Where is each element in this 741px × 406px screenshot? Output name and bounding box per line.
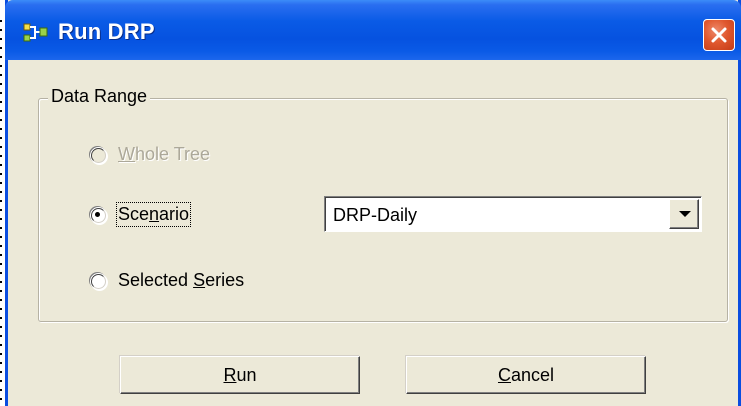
selected-series-label[interactable]: Selected Series <box>118 270 244 291</box>
run-drp-dialog: Run DRP Data Range Whole Tree Scenario D… <box>5 0 741 406</box>
selected-series-radio[interactable] <box>90 273 107 290</box>
background-edge-artifact <box>0 20 2 406</box>
scenario-label[interactable]: Scenario <box>115 202 192 227</box>
data-range-label: Data Range <box>48 86 151 107</box>
close-button[interactable] <box>703 19 735 51</box>
whole-tree-label: Whole Tree <box>118 144 211 164</box>
scenario-select-value: DRP-Daily <box>333 205 418 225</box>
window-title: Run DRP <box>58 19 155 44</box>
close-icon <box>711 27 727 43</box>
scenario-radio[interactable] <box>90 207 107 224</box>
scenario-select[interactable]: DRP-Daily <box>324 196 702 232</box>
drp-run-icon <box>23 23 48 42</box>
whole-tree-radio <box>90 147 107 164</box>
cancel-button[interactable]: Cancel <box>406 356 646 394</box>
title-bar[interactable]: Run DRP <box>5 0 741 60</box>
run-button[interactable]: Run <box>120 356 360 394</box>
chevron-down-icon[interactable] <box>669 199 699 229</box>
radio-selected-dot <box>95 212 100 217</box>
